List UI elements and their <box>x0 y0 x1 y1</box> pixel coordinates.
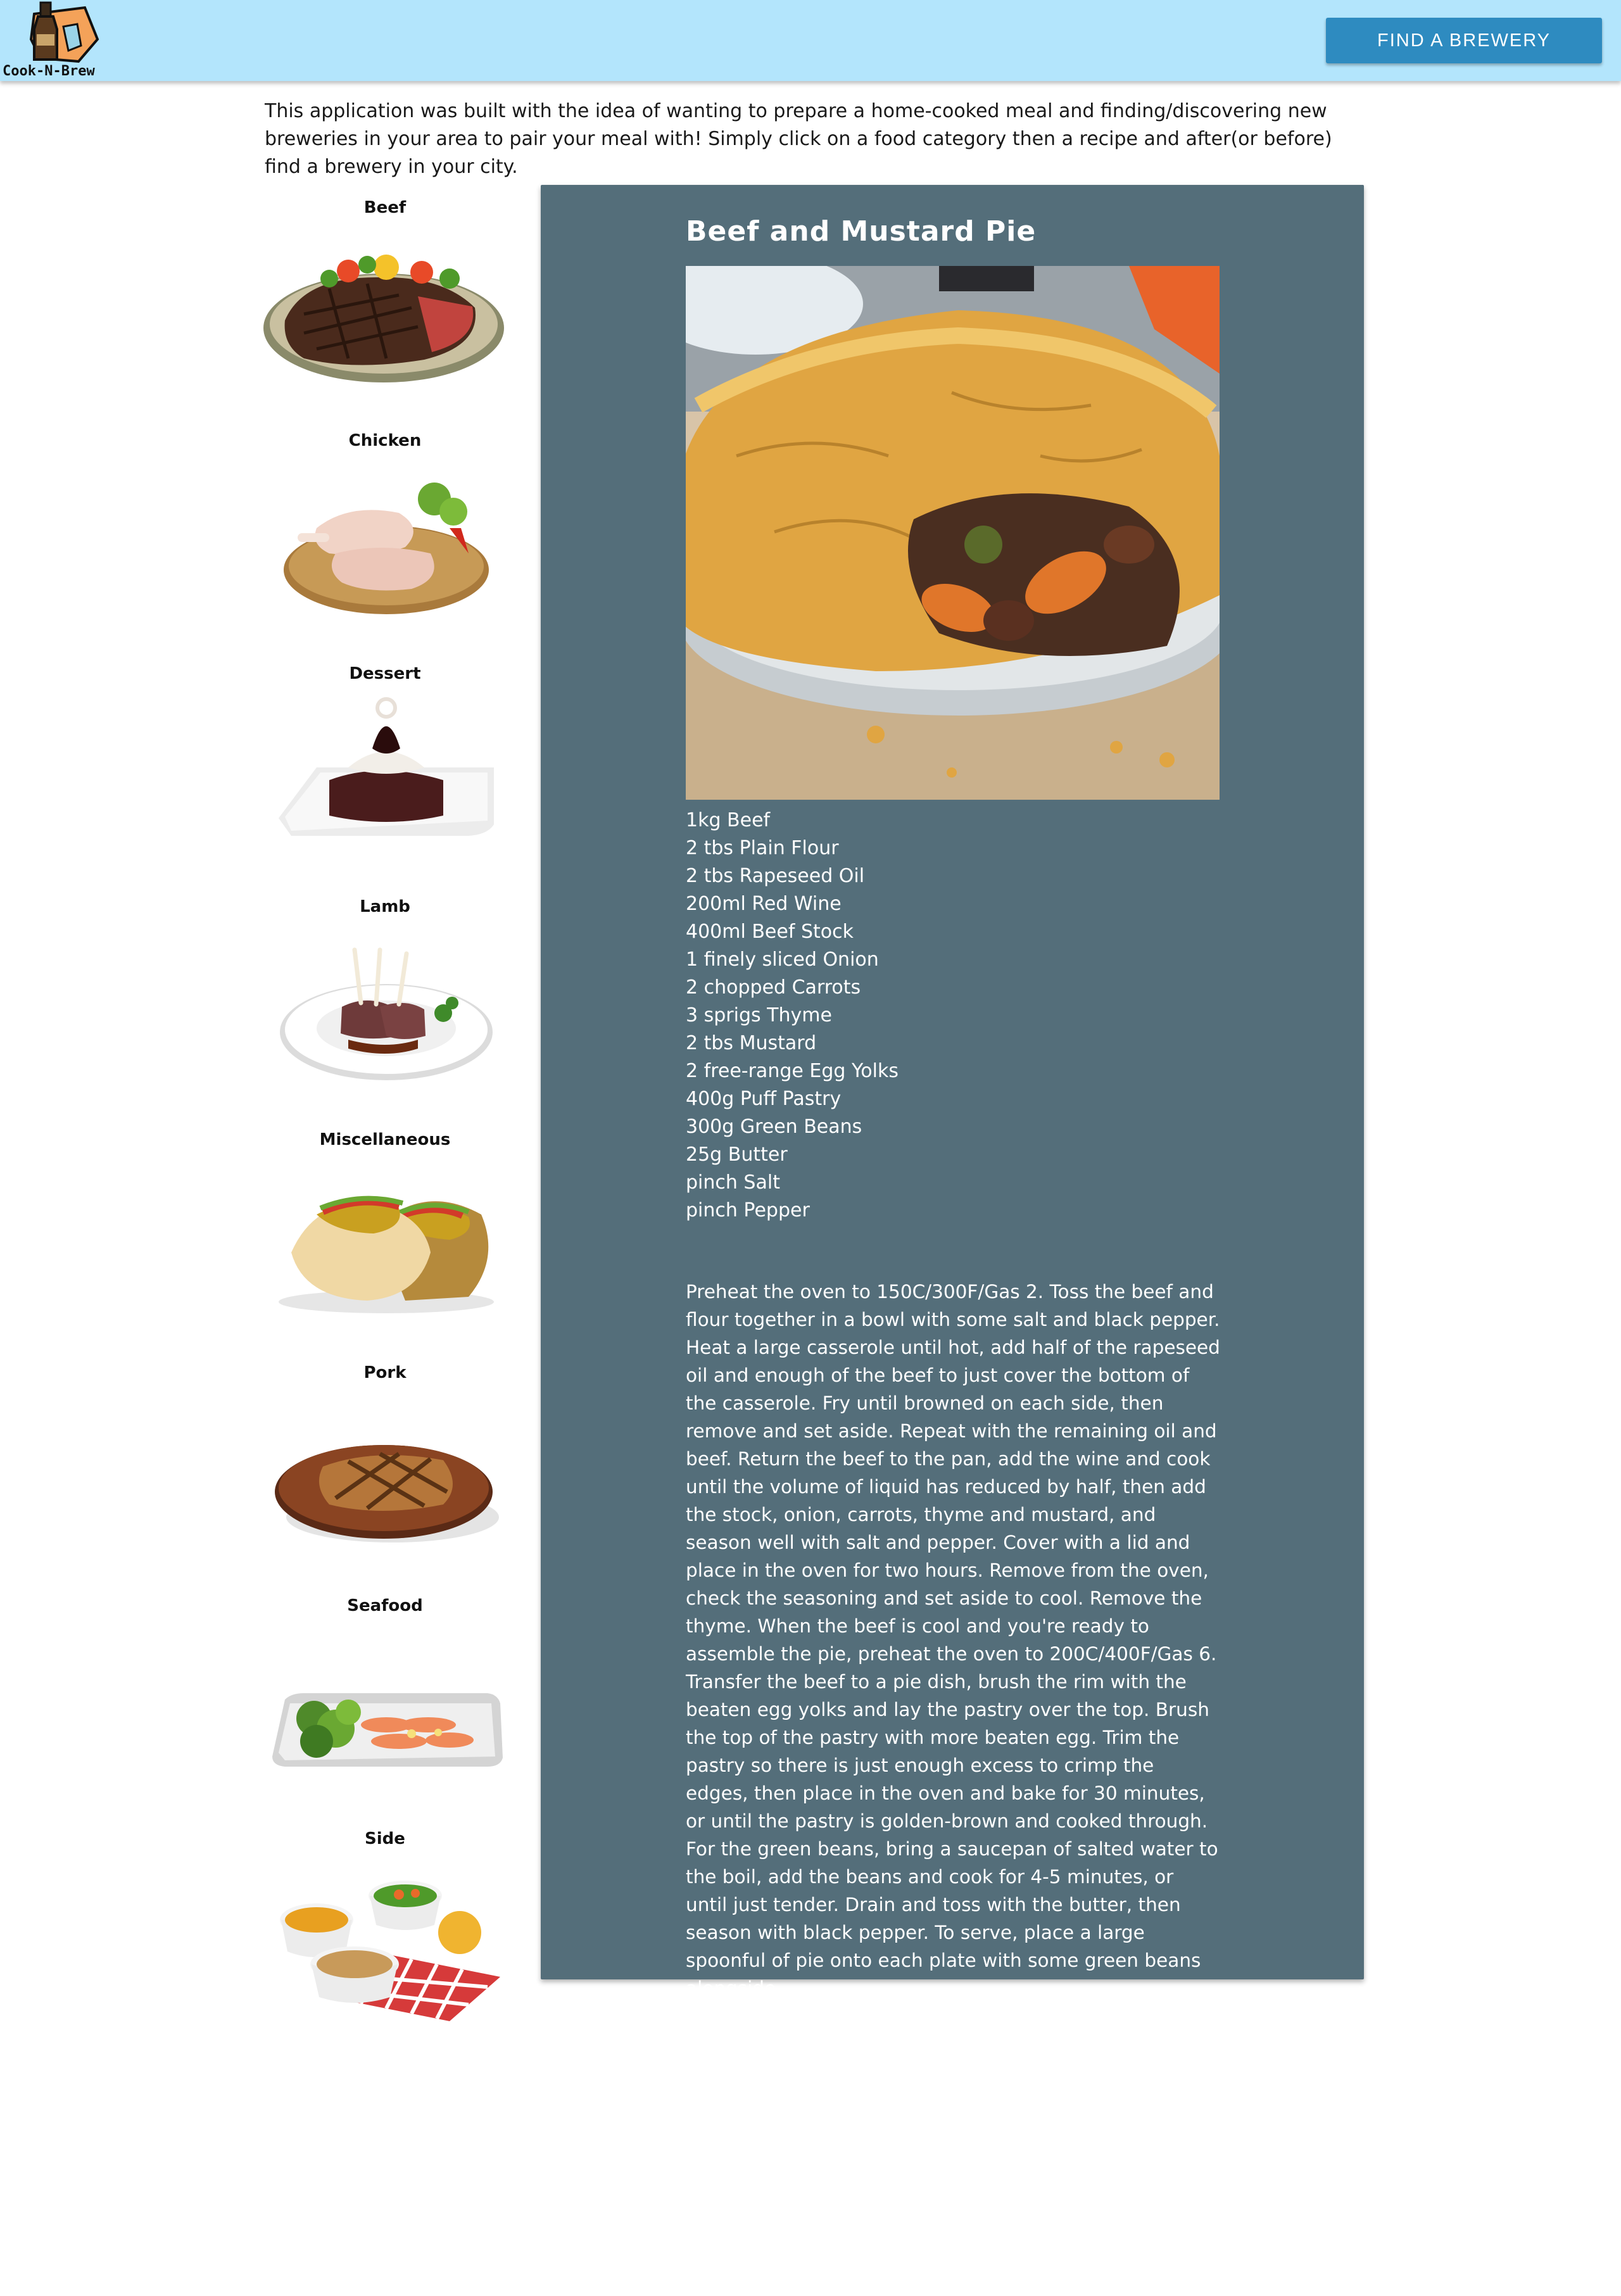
category-pork[interactable]: Pork <box>260 1360 510 1575</box>
category-label: Miscellaneous <box>319 1130 451 1149</box>
category-label: Beef <box>363 198 407 217</box>
category-chicken[interactable]: Chicken <box>260 428 510 643</box>
category-label: Side <box>365 1829 405 1848</box>
beef-image <box>263 255 504 382</box>
recipe-image <box>686 266 1220 800</box>
ingredient-item: 400ml Beef Stock <box>686 921 854 943</box>
category-label: Pork <box>363 1363 407 1382</box>
ingredient-item: 2 free-range Egg Yolks <box>686 1060 899 1082</box>
recipe-card: Beef and Mustard Pie 1kg Beef 2 tbs Plai… <box>541 185 1364 1999</box>
ingredient-item: 25g Butter <box>686 1144 788 1166</box>
ingredient-item: 1 finely sliced Onion <box>686 949 879 971</box>
category-beef[interactable]: Beef <box>260 195 510 410</box>
ingredient-item: pinch Salt <box>686 1171 780 1194</box>
category-lamb[interactable]: Lamb <box>260 894 510 1109</box>
ingredient-item: 200ml Red Wine <box>686 893 842 915</box>
category-side[interactable]: Side <box>260 1826 510 2041</box>
ingredient-item: 2 chopped Carrots <box>686 976 861 999</box>
miscellaneous-image <box>279 1195 494 1313</box>
ingredient-item: 2 tbs Mustard <box>686 1032 817 1054</box>
category-label: Seafood <box>347 1596 423 1615</box>
recipe-title: Beef and Mustard Pie <box>686 215 1037 248</box>
ingredient-list: 1kg Beef 2 tbs Plain Flour 2 tbs Rapesee… <box>686 807 899 1225</box>
category-label: Chicken <box>348 431 422 450</box>
seafood-image <box>272 1693 503 1767</box>
intro-text: This application was built with the idea… <box>265 100 1332 178</box>
recipe-instructions: Preheat the oven to 150C/300F/Gas 2. Tos… <box>686 1281 1220 1999</box>
ingredient-item: 300g Green Beans <box>686 1116 862 1138</box>
side-image <box>280 1881 500 2021</box>
ingredient-item: 2 tbs Plain Flour <box>686 837 839 859</box>
ingredient-item: pinch Pepper <box>686 1199 810 1221</box>
category-label: Lamb <box>360 897 410 916</box>
ingredient-item: 1kg Beef <box>686 809 771 831</box>
logo-text: Cook-N-Brew <box>3 63 95 79</box>
ingredient-item: 400g Puff Pastry <box>686 1088 842 1110</box>
category-dessert[interactable]: Dessert <box>260 661 510 876</box>
find-brewery-button[interactable]: FIND A BREWERY <box>1326 18 1602 63</box>
navbar: Cook-N-Brew FIND A BREWERY <box>0 0 1621 81</box>
dessert-image <box>279 697 494 836</box>
ingredient-item: 2 tbs Rapeseed Oil <box>686 865 865 887</box>
pork-image <box>275 1445 499 1542</box>
lamb-image <box>280 947 493 1080</box>
chicken-image <box>284 483 489 614</box>
category-seafood[interactable]: Seafood <box>260 1593 510 1808</box>
category-label: Dessert <box>349 664 421 683</box>
category-miscellaneous[interactable]: Miscellaneous <box>260 1127 510 1342</box>
ingredient-item: 3 sprigs Thyme <box>686 1004 832 1026</box>
